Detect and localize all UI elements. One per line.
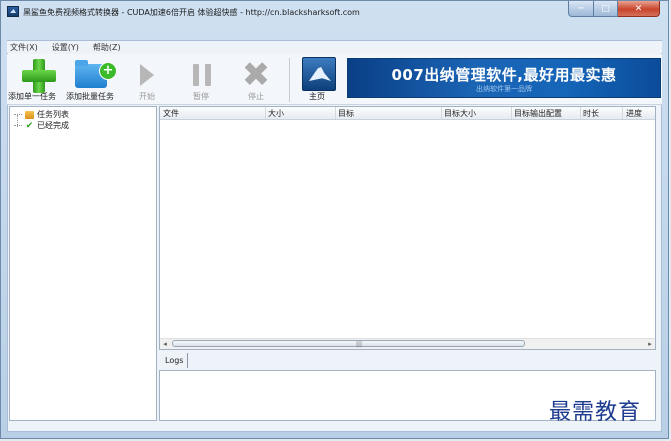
column-header-progress[interactable]: 进度 bbox=[626, 108, 642, 119]
app-window: 黑鲨鱼免费视频格式转换器 - CUDA加速6倍开启 体验超快感 - http:/… bbox=[0, 0, 669, 439]
tree-item-completed[interactable]: ✔ 已经完成 bbox=[14, 120, 69, 131]
home-label: 主页 bbox=[309, 92, 325, 101]
window-title: 黑鲨鱼免费视频格式转换器 - CUDA加速6倍开启 体验超快感 - http:/… bbox=[23, 8, 360, 17]
pause-button[interactable]: 暂停 bbox=[182, 56, 220, 102]
tree-item-label: 已经完成 bbox=[37, 121, 69, 130]
tree-item-label: 任务列表 bbox=[37, 110, 69, 119]
menu-help[interactable]: 帮助(Z) bbox=[90, 42, 124, 53]
menu-settings[interactable]: 设置(Y) bbox=[49, 42, 82, 53]
watermark-text: 最需教育 bbox=[549, 400, 642, 425]
shark-home-icon bbox=[302, 57, 336, 91]
column-header-target[interactable]: 目标 bbox=[338, 108, 354, 119]
tree-item-task-list[interactable]: 任务列表 bbox=[14, 109, 69, 120]
toolbar-divider bbox=[289, 58, 290, 102]
menu-bar: 文件(X) 设置(Y) 帮助(Z) bbox=[7, 41, 662, 53]
task-list-icon bbox=[25, 110, 34, 119]
banner-subline: 出纳软件第一品牌 bbox=[476, 85, 532, 93]
plus-icon bbox=[22, 59, 56, 93]
folder-add-icon: + bbox=[75, 60, 117, 88]
column-header-duration[interactable]: 时长 bbox=[583, 108, 599, 119]
toolbar: 添加单一任务 + 添加批量任务 开始 暂停 ✖ 停止 主页 007出纳管理软件,… bbox=[7, 54, 662, 105]
scroll-grip: ||| bbox=[356, 341, 363, 348]
start-label: 开始 bbox=[139, 92, 155, 101]
maximize-button[interactable]: □ bbox=[594, 1, 618, 17]
close-button[interactable]: ✕ bbox=[618, 1, 660, 17]
add-single-task-button[interactable]: 添加单一任务 bbox=[8, 56, 56, 102]
check-icon: ✔ bbox=[25, 120, 34, 131]
column-header-output-config[interactable]: 目标输出配置 bbox=[514, 108, 562, 119]
tab-logs[interactable]: Logs bbox=[161, 353, 189, 368]
task-list-view[interactable]: 文件 大小 目标 目标大小 目标输出配置 时长 进度 ◂ ||| ▸ bbox=[159, 106, 656, 350]
list-header: 文件 大小 目标 目标大小 目标输出配置 时长 进度 bbox=[160, 107, 655, 120]
minimize-button[interactable]: ─ bbox=[568, 1, 594, 17]
add-batch-task-label: 添加批量任务 bbox=[66, 92, 114, 101]
task-tree: 任务列表 ✔ 已经完成 bbox=[9, 106, 157, 421]
home-button[interactable]: 主页 bbox=[298, 56, 336, 102]
ad-banner[interactable]: 007出纳管理软件,最好用最实惠 出纳软件第一品牌 bbox=[347, 58, 661, 98]
pause-label: 暂停 bbox=[193, 92, 209, 101]
stop-x-icon: ✖ bbox=[241, 55, 271, 95]
column-header-size[interactable]: 大小 bbox=[268, 108, 284, 119]
menu-file[interactable]: 文件(X) bbox=[7, 42, 41, 53]
app-logo-icon bbox=[7, 6, 19, 17]
scrollbar-thumb[interactable]: ||| bbox=[172, 340, 525, 348]
scroll-left-icon[interactable]: ◂ bbox=[161, 340, 169, 348]
horizontal-scrollbar[interactable]: ◂ ||| ▸ bbox=[160, 338, 655, 349]
start-button[interactable]: 开始 bbox=[128, 56, 166, 102]
play-icon bbox=[140, 64, 154, 86]
column-header-target-size[interactable]: 目标大小 bbox=[444, 108, 476, 119]
title-bar: 黑鲨鱼免费视频格式转换器 - CUDA加速6倍开启 体验超快感 - http:/… bbox=[1, 1, 668, 23]
banner-headline: 007出纳管理软件,最好用最实惠 bbox=[391, 66, 617, 84]
scroll-right-icon[interactable]: ▸ bbox=[646, 340, 654, 348]
pause-icon bbox=[193, 64, 211, 86]
add-batch-task-button[interactable]: + 添加批量任务 bbox=[66, 56, 117, 102]
stop-button[interactable]: ✖ 停止 bbox=[237, 56, 275, 102]
column-header-file[interactable]: 文件 bbox=[163, 108, 179, 119]
logs-tabbar: Logs bbox=[159, 353, 656, 369]
